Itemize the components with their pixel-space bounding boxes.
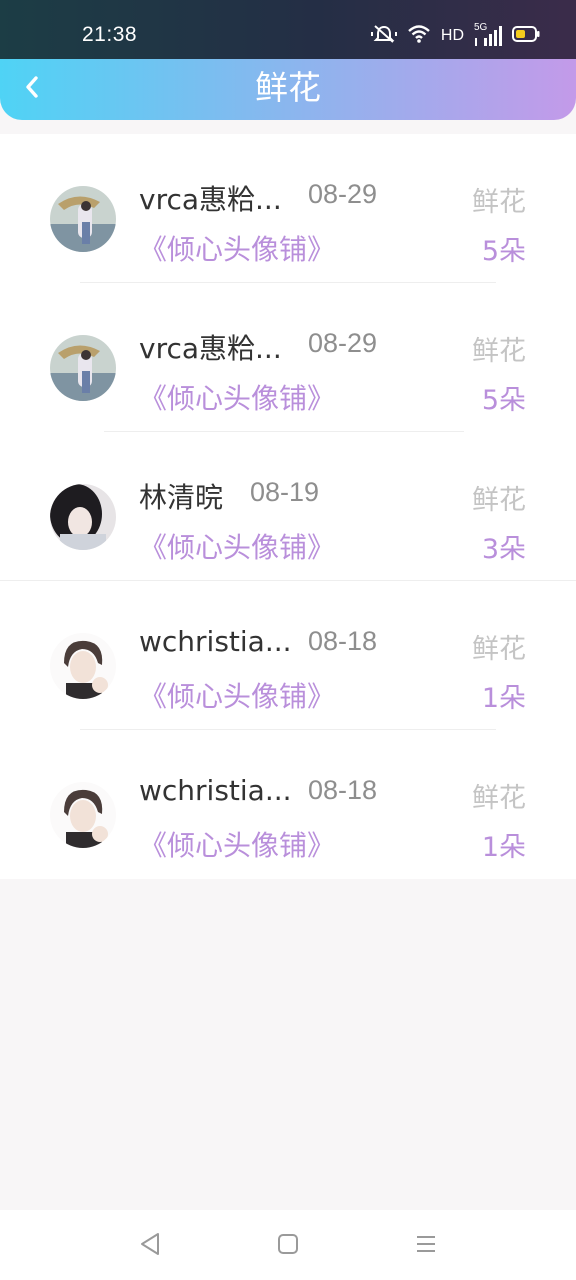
gift-count: 3朵	[481, 534, 526, 565]
gift-type: 鲜花	[472, 634, 526, 665]
user-name: vrca惠粭...	[139, 332, 282, 365]
record-date: 08-29	[308, 328, 378, 358]
avatar	[50, 335, 116, 401]
gift-count: 1朵	[481, 683, 526, 714]
gift-type: 鲜花	[472, 336, 526, 367]
network-label: HD	[440, 27, 464, 44]
status-bar: 21:38 HD 5G	[0, 0, 576, 59]
wifi-icon	[407, 24, 431, 48]
gift-type: 鲜花	[472, 187, 526, 218]
shop-name: 《倾心头像铺》	[139, 233, 336, 266]
shop-name: 《倾心头像铺》	[139, 680, 336, 713]
menu-lines-icon	[417, 1236, 435, 1252]
record-date: 08-18	[308, 775, 378, 805]
status-icons: HD 5G	[370, 22, 540, 50]
back-triangle-icon	[141, 1233, 159, 1255]
user-name: vrca惠粭...	[139, 183, 282, 216]
system-navigation-bar	[0, 1210, 576, 1280]
battery-icon	[512, 26, 540, 46]
list-item[interactable]: wchristia... 08-18 鲜花 《倾心头像铺》 1朵	[0, 581, 576, 730]
record-date: 08-19	[250, 477, 320, 507]
home-square-icon	[278, 1234, 298, 1254]
gift-type: 鲜花	[472, 485, 526, 516]
list-item[interactable]: vrca惠粭... 08-29 鲜花 《倾心头像铺》 5朵	[0, 283, 576, 432]
user-name: 林清晥	[139, 481, 224, 514]
list-item[interactable]: 林清晥 08-19 鲜花 《倾心头像铺》 3朵	[0, 432, 576, 581]
avatar	[50, 484, 116, 550]
page-title: 鲜花	[255, 68, 321, 107]
status-time: 21:38	[82, 23, 138, 46]
shop-name: 《倾心头像铺》	[139, 382, 336, 415]
user-name: wchristia...	[139, 625, 292, 658]
avatar	[50, 186, 116, 252]
system-back-button[interactable]	[136, 1230, 164, 1258]
gift-count: 5朵	[481, 385, 526, 416]
system-home-button[interactable]	[274, 1230, 302, 1258]
system-menu-button[interactable]	[412, 1230, 440, 1258]
shop-name: 《倾心头像铺》	[139, 531, 336, 564]
mute-icon	[370, 24, 397, 48]
avatar	[50, 782, 116, 848]
gift-count: 5朵	[481, 236, 526, 267]
shop-name: 《倾心头像铺》	[139, 829, 336, 862]
list-item[interactable]: vrca惠粭... 08-29 鲜花 《倾心头像铺》 5朵	[0, 134, 576, 283]
gift-count: 1朵	[481, 832, 526, 863]
signal-icon: 5G	[474, 22, 502, 47]
gift-type: 鲜花	[472, 783, 526, 814]
list-item[interactable]: wchristia... 08-18 鲜花 《倾心头像铺》 1朵	[0, 730, 576, 879]
flower-record-list: vrca惠粭... 08-29 鲜花 《倾心头像铺》 5朵 vrca惠粭... …	[0, 134, 576, 879]
user-name: wchristia...	[139, 774, 292, 807]
record-date: 08-18	[308, 626, 378, 656]
record-date: 08-29	[308, 179, 378, 209]
avatar	[50, 633, 116, 699]
navigation-bar: 鲜花	[0, 59, 576, 120]
